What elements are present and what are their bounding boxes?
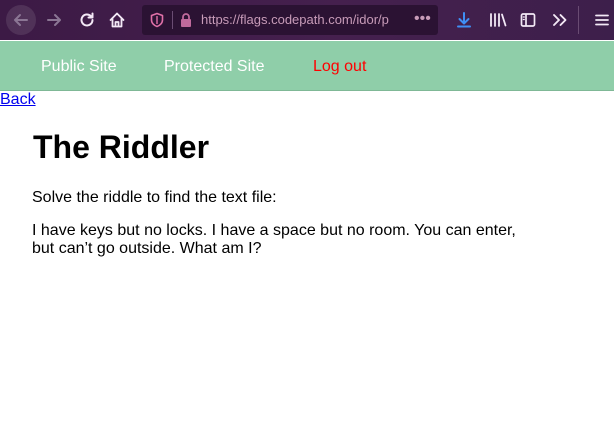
lock-icon[interactable]: [178, 12, 194, 28]
forward-arrow-icon: [47, 14, 61, 26]
library-button[interactable]: [484, 6, 512, 34]
hamburger-menu-icon: [595, 14, 609, 26]
forward-button[interactable]: [40, 6, 68, 34]
library-icon: [490, 13, 507, 27]
app-menu-button[interactable]: [588, 6, 614, 34]
back-link[interactable]: Back: [0, 90, 36, 109]
url-bar[interactable]: https://flags.codepath.com/idor/p •••: [142, 5, 438, 35]
download-icon: [457, 12, 471, 28]
page-actions-menu[interactable]: •••: [414, 11, 431, 27]
page-title: The Riddler: [33, 129, 210, 165]
riddle-text: I have keys but no locks. I have a space…: [32, 222, 516, 257]
shield-icon[interactable]: [149, 12, 165, 28]
browser-toolbar: https://flags.codepath.com/idor/p •••: [0, 0, 614, 40]
url-bar-divider: [172, 11, 173, 29]
back-button[interactable]: [6, 5, 36, 35]
nav-link-protected-site[interactable]: Protected Site: [164, 57, 265, 76]
home-icon: [109, 12, 125, 28]
nav-link-public-site[interactable]: Public Site: [41, 57, 117, 76]
intro-text: Solve the riddle to find the text file:: [32, 189, 277, 206]
site-navigation: Public Site Protected Site Log out: [0, 41, 614, 91]
download-button[interactable]: [450, 6, 478, 34]
reload-icon: [80, 12, 94, 27]
sidebar-toggle-button[interactable]: [514, 6, 542, 34]
toolbar-divider: [578, 6, 579, 34]
reload-button[interactable]: [73, 6, 101, 34]
back-arrow-icon: [14, 14, 28, 26]
sidebar-icon: [520, 13, 536, 27]
nav-link-log-out[interactable]: Log out: [313, 57, 366, 76]
url-text[interactable]: https://flags.codepath.com/idor/p: [201, 12, 409, 28]
overflow-menu-button[interactable]: [546, 6, 574, 34]
home-button[interactable]: [103, 6, 131, 34]
overflow-chevron-icon: [553, 14, 567, 26]
